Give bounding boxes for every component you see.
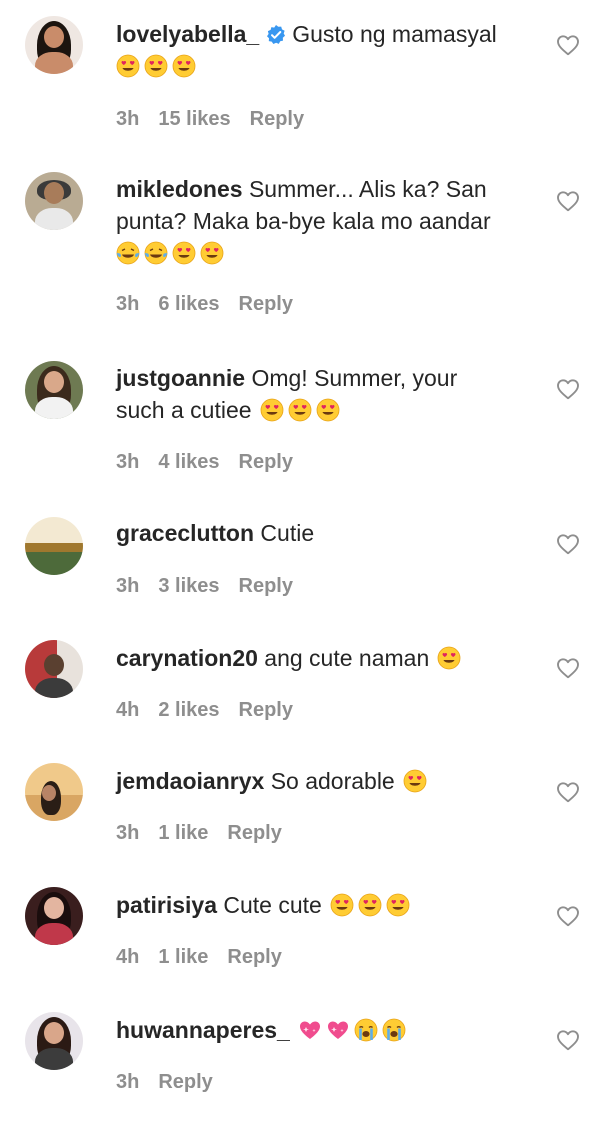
sparkling-heart-emoji-icon (298, 1018, 322, 1042)
heart-eyes-emoji-icon (260, 398, 284, 422)
heart-eyes-emoji-icon (386, 893, 410, 917)
comment-username[interactable]: mikledones (116, 176, 243, 202)
heart-outline-icon[interactable] (556, 657, 580, 679)
reply-button[interactable]: Reply (239, 293, 293, 315)
heart-eyes-emoji-icon (316, 398, 340, 422)
reply-button[interactable]: Reply (158, 1071, 212, 1093)
heart-outline-icon[interactable] (556, 781, 580, 803)
reply-button[interactable]: Reply (227, 946, 281, 968)
heart-eyes-emoji-icon (116, 54, 140, 78)
comment-username[interactable]: huwannaperes_ (116, 1017, 290, 1043)
comment-time: 3h (116, 822, 140, 844)
comment-time: 3h (116, 1071, 140, 1093)
comment-likes[interactable]: 6 likes (158, 293, 219, 315)
comment-username[interactable]: graceclutton (116, 520, 254, 546)
avatar[interactable] (25, 172, 83, 230)
comment-username[interactable]: lovelyabella_ (116, 21, 259, 47)
comment-text: ang cute naman (264, 645, 430, 671)
verified-badge-icon (266, 25, 286, 45)
heart-eyes-emoji-icon (358, 893, 382, 917)
loudly-crying-emoji-icon (354, 1018, 378, 1042)
comment-text: such a cutiee (116, 397, 252, 423)
comment-likes[interactable]: 2 likes (158, 699, 219, 721)
comment-text: Cutie (260, 520, 315, 546)
comment-username[interactable]: jemdaoianryx (116, 768, 264, 794)
comment-time: 3h (116, 451, 140, 473)
avatar[interactable] (25, 16, 83, 74)
reply-button[interactable]: Reply (239, 451, 293, 473)
avatar[interactable] (25, 763, 83, 821)
heart-outline-icon[interactable] (556, 378, 580, 400)
heart-eyes-emoji-icon (172, 54, 196, 78)
avatar[interactable] (25, 517, 83, 575)
reply-button[interactable]: Reply (239, 575, 293, 597)
comment-text: Omg! Summer, your (251, 365, 458, 391)
comment-time: 3h (116, 575, 140, 597)
comment-username[interactable]: carynation20 (116, 645, 258, 671)
comment-time: 4h (116, 946, 140, 968)
heart-eyes-emoji-icon (144, 54, 168, 78)
heart-eyes-emoji-icon (330, 893, 354, 917)
comment-time: 4h (116, 699, 140, 721)
comment-text: punta? Maka ba-bye kala mo aandar (116, 208, 491, 234)
avatar[interactable] (25, 1012, 83, 1070)
heart-outline-icon[interactable] (556, 190, 580, 212)
heart-outline-icon[interactable] (556, 1029, 580, 1051)
heart-eyes-emoji-icon (200, 241, 224, 265)
comment-likes[interactable]: 3 likes (158, 575, 219, 597)
comment-text: Cute cute (223, 892, 322, 918)
avatar[interactable] (25, 361, 83, 419)
heart-outline-icon[interactable] (556, 34, 580, 56)
comment-likes[interactable]: 1 like (158, 946, 208, 968)
comment-text: Gusto ng mamasyal (292, 21, 497, 47)
comment-username[interactable]: justgoannie (116, 365, 245, 391)
tears-of-joy-emoji-icon (116, 241, 140, 265)
comment-likes[interactable]: 4 likes (158, 451, 219, 473)
sparkling-heart-emoji-icon (326, 1018, 350, 1042)
heart-outline-icon[interactable] (556, 533, 580, 555)
heart-outline-icon[interactable] (556, 905, 580, 927)
comment-likes[interactable]: 1 like (158, 822, 208, 844)
comment-time: 3h (116, 108, 140, 130)
avatar[interactable] (25, 887, 83, 945)
avatar[interactable] (25, 640, 83, 698)
comment-text: Summer... Alis ka? San (248, 176, 487, 202)
heart-eyes-emoji-icon (288, 398, 312, 422)
heart-eyes-emoji-icon (172, 241, 196, 265)
reply-button[interactable]: Reply (250, 108, 304, 130)
reply-button[interactable]: Reply (239, 699, 293, 721)
tears-of-joy-emoji-icon (144, 241, 168, 265)
comment-time: 3h (116, 293, 140, 315)
heart-eyes-emoji-icon (403, 769, 427, 793)
comment-likes[interactable]: 15 likes (158, 108, 230, 130)
heart-eyes-emoji-icon (437, 646, 461, 670)
loudly-crying-emoji-icon (382, 1018, 406, 1042)
comment-text: So adorable (270, 768, 395, 794)
reply-button[interactable]: Reply (227, 822, 281, 844)
comment-username[interactable]: patirisiya (116, 892, 217, 918)
